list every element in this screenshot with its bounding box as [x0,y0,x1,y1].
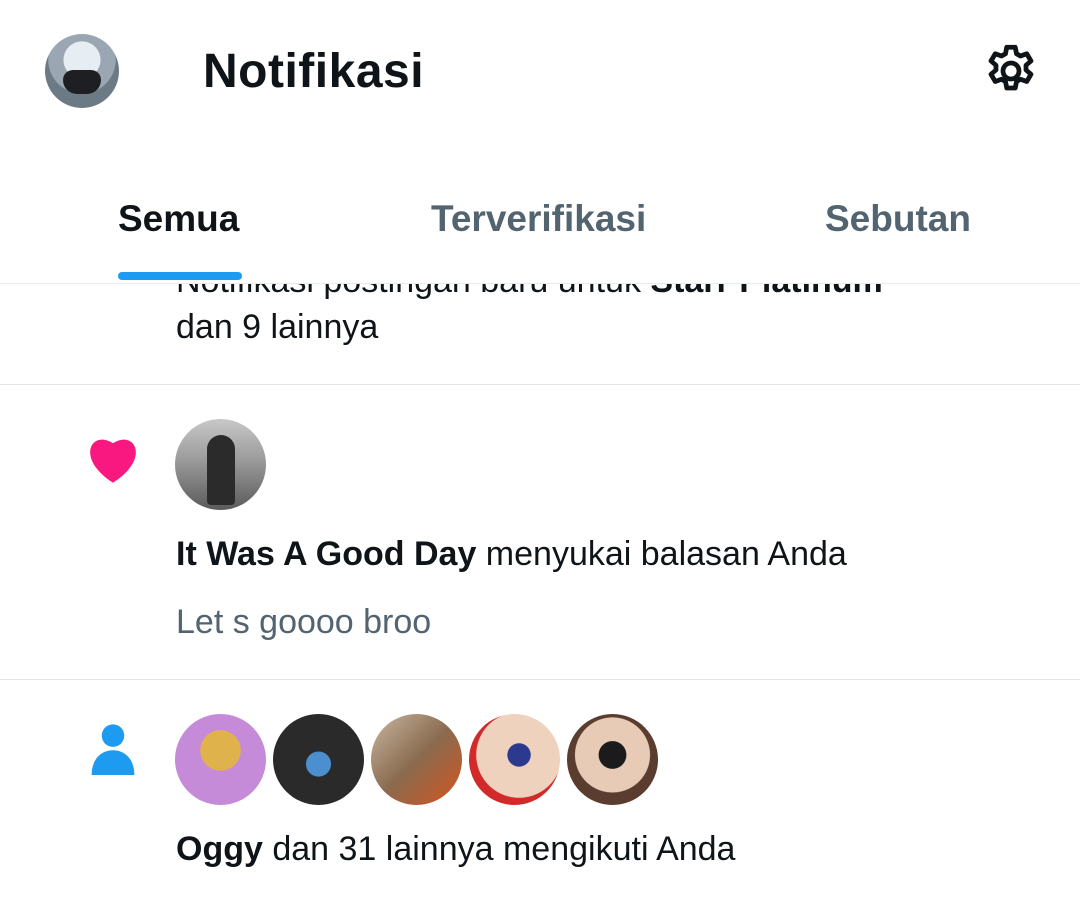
notification-text-suffix: dan 9 lainnya [176,308,379,346]
gear-icon [988,44,1034,91]
tab-sebutan[interactable]: Sebutan [825,198,971,240]
avatar[interactable] [567,714,658,805]
page-title: Notifikasi [203,45,425,98]
avatar[interactable] [469,714,560,805]
notification-like[interactable]: It Was A Good Day menyukai balasan Anda … [0,385,1080,680]
tab-semua[interactable]: Semua [118,198,239,240]
heart-icon [90,439,136,483]
person-icon [91,724,135,775]
notification-text: Notifikasi postingan baru untuk Starr Pl… [176,284,883,301]
settings-button[interactable] [978,38,1044,104]
header: Notifikasi [0,0,1080,140]
notification-new-post[interactable]: Notifikasi postingan baru untuk Starr Pl… [0,284,1080,385]
notification-user-name[interactable]: It Was A Good Day [176,535,476,573]
avatar[interactable] [175,714,266,805]
avatar-figure [207,435,235,505]
notification-user-name[interactable]: Starr Platinum [650,284,882,300]
avatar[interactable] [175,419,266,510]
notification-post-preview[interactable]: Let s goooo broo [176,603,431,642]
notification-text: Oggy dan 31 lainnya mengikuti Anda [176,830,736,868]
notification-user-name[interactable]: Oggy [176,830,263,868]
notification-text: It Was A Good Day menyukai balasan Anda [176,535,847,573]
avatar[interactable] [273,714,364,805]
avatar[interactable] [371,714,462,805]
active-tab-indicator [118,272,242,280]
tab-bar: Semua Terverifikasi Sebutan [0,180,1080,284]
profile-avatar[interactable] [45,34,119,108]
tab-terverifikasi[interactable]: Terverifikasi [431,198,646,240]
notification-follow[interactable]: Oggy dan 31 lainnya mengikuti Anda [0,680,1080,923]
avatar-mask-detail [63,70,101,94]
